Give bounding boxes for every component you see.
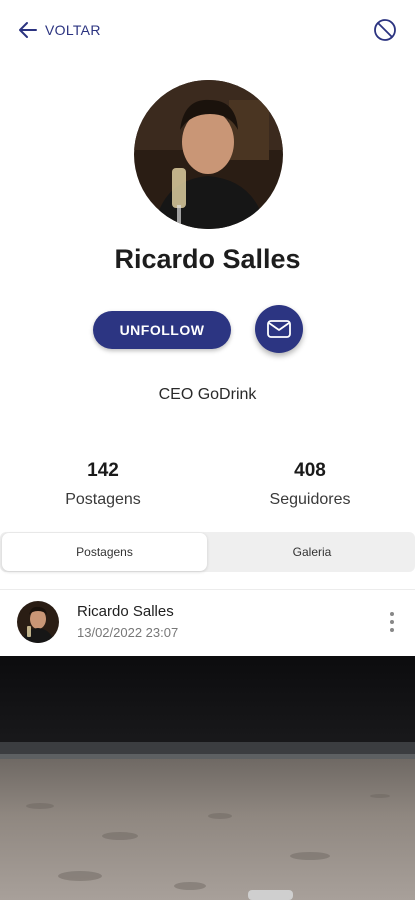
mail-icon bbox=[266, 318, 292, 340]
block-icon bbox=[373, 18, 397, 47]
posts-count: 142 bbox=[87, 460, 119, 481]
profile-bio: CEO GoDrink bbox=[158, 386, 257, 403]
post-menu-button[interactable] bbox=[387, 610, 397, 634]
followers-count: 408 bbox=[294, 460, 326, 481]
post-author-avatar[interactable] bbox=[17, 601, 59, 643]
back-button[interactable]: VOLTAR bbox=[18, 18, 101, 42]
profile-avatar bbox=[134, 80, 283, 229]
back-label: VOLTAR bbox=[45, 22, 101, 38]
posts-stat: 142 Postagens bbox=[23, 460, 183, 509]
arrow-left-icon bbox=[18, 20, 38, 40]
message-button[interactable] bbox=[255, 305, 303, 353]
tab-galeria[interactable]: Galeria bbox=[209, 532, 415, 572]
block-user-button[interactable] bbox=[373, 18, 397, 42]
posts-label: Postagens bbox=[65, 491, 141, 508]
profile-tabs: Postagens Galeria bbox=[0, 532, 415, 572]
followers-label: Seguidores bbox=[269, 491, 351, 508]
unfollow-button[interactable]: UNFOLLOW bbox=[93, 311, 231, 349]
tab-postagens[interactable]: Postagens bbox=[2, 533, 207, 571]
profile-name: Ricardo Salles bbox=[114, 244, 301, 274]
post-header: Ricardo Salles 13/02/2022 23:07 bbox=[0, 590, 415, 656]
followers-stat[interactable]: 408 Seguidores bbox=[230, 460, 390, 509]
post-timestamp: 13/02/2022 23:07 bbox=[77, 625, 179, 640]
more-vertical-icon bbox=[387, 610, 397, 639]
post-author-name[interactable]: Ricardo Salles bbox=[77, 603, 174, 620]
top-bar: VOLTAR bbox=[0, 0, 415, 60]
post-image[interactable] bbox=[0, 656, 415, 900]
